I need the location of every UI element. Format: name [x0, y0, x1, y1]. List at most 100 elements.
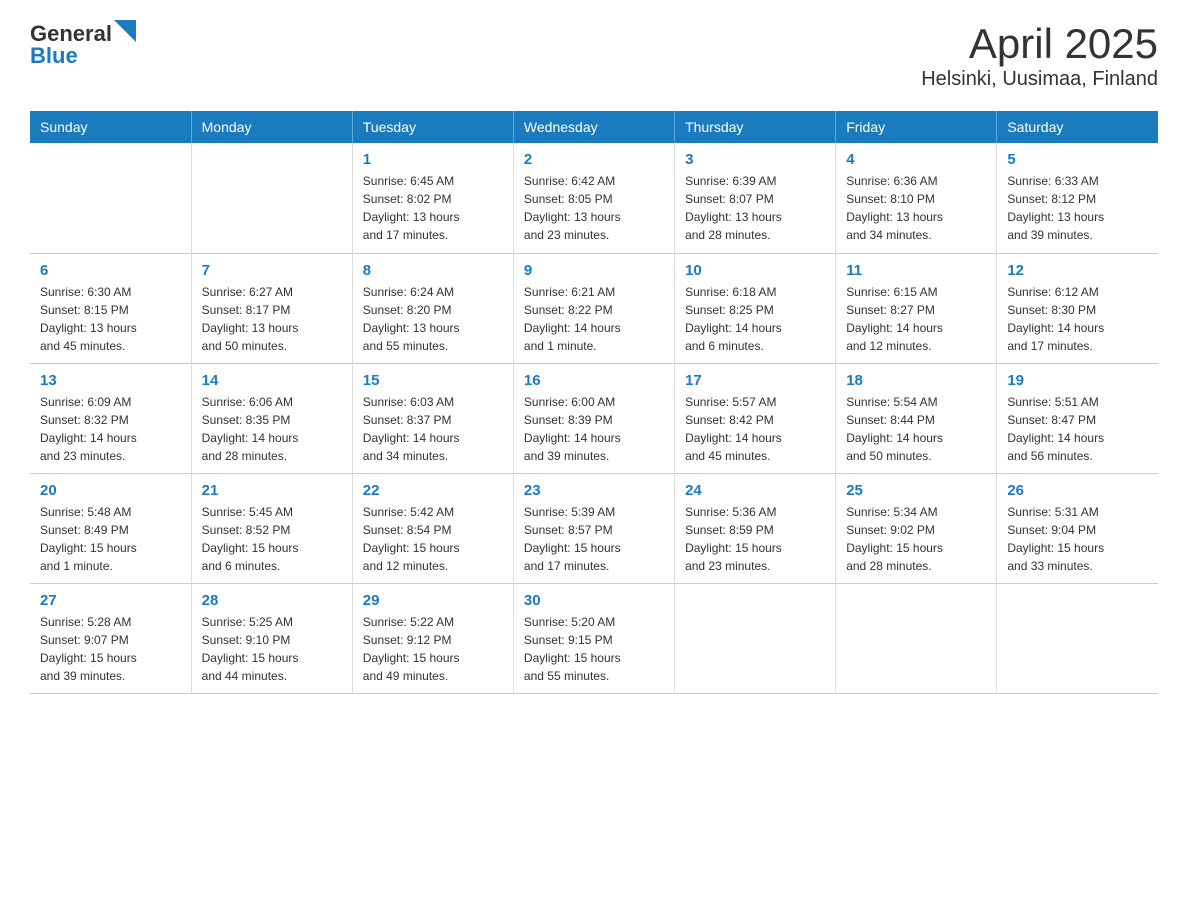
calendar-cell: [30, 143, 191, 253]
calendar-cell: 6 Sunrise: 6:30 AM Sunset: 8:15 PM Daylig…: [30, 253, 191, 363]
calendar-cell: 2 Sunrise: 6:42 AM Sunset: 8:05 PM Daylig…: [513, 143, 674, 253]
calendar-cell: 28 Sunrise: 5:25 AM Sunset: 9:10 PM Dayli…: [191, 583, 352, 693]
weekday-header-wednesday: Wednesday: [513, 111, 674, 143]
day-number: 8: [363, 262, 503, 279]
page-header: General Blue April 2025 Helsinki, Uusima…: [30, 20, 1158, 91]
day-number: 11: [846, 262, 986, 279]
weekday-header-sunday: Sunday: [30, 111, 191, 143]
day-info: Sunrise: 6:03 AM Sunset: 8:37 PM Dayligh…: [363, 393, 503, 465]
day-info: Sunrise: 6:30 AM Sunset: 8:15 PM Dayligh…: [40, 283, 181, 355]
calendar-cell: 12 Sunrise: 6:12 AM Sunset: 8:30 PM Dayli…: [997, 253, 1158, 363]
day-number: 4: [846, 151, 986, 168]
calendar-cell: 22Sunrise: 5:42 AM Sunset: 8:54 PM Dayli…: [352, 473, 513, 583]
day-info: Sunrise: 6:12 AM Sunset: 8:30 PM Dayligh…: [1007, 283, 1148, 355]
calendar-cell: 25Sunrise: 5:34 AM Sunset: 9:02 PM Dayli…: [836, 473, 997, 583]
title-block: April 2025 Helsinki, Uusimaa, Finland: [921, 20, 1158, 91]
day-info: Sunrise: 5:28 AM Sunset: 9:07 PM Dayligh…: [40, 613, 181, 685]
calendar-cell: 8Sunrise: 6:24 AM Sunset: 8:20 PM Daylig…: [352, 253, 513, 363]
day-info: Sunrise: 5:31 AM Sunset: 9:04 PM Dayligh…: [1007, 503, 1148, 575]
day-info: Sunrise: 6:27 AM Sunset: 8:17 PM Dayligh…: [202, 283, 342, 355]
day-number: 16: [524, 372, 664, 389]
calendar-body: 1Sunrise: 6:45 AM Sunset: 8:02 PM Daylig…: [30, 143, 1158, 693]
day-info: Sunrise: 6:00 AM Sunset: 8:39 PM Dayligh…: [524, 393, 664, 465]
day-number: 28: [202, 592, 342, 609]
day-number: 18: [846, 372, 986, 389]
day-info: Sunrise: 5:39 AM Sunset: 8:57 PM Dayligh…: [524, 503, 664, 575]
calendar-table: SundayMondayTuesdayWednesdayThursdayFrid…: [30, 111, 1158, 694]
day-info: Sunrise: 6:39 AM Sunset: 8:07 PM Dayligh…: [685, 172, 825, 244]
day-number: 30: [524, 592, 664, 609]
day-number: 26: [1007, 482, 1148, 499]
day-info: Sunrise: 6:45 AM Sunset: 8:02 PM Dayligh…: [363, 172, 503, 244]
day-info: Sunrise: 5:25 AM Sunset: 9:10 PM Dayligh…: [202, 613, 342, 685]
weekday-header-row: SundayMondayTuesdayWednesdayThursdayFrid…: [30, 111, 1158, 143]
day-number: 14: [202, 372, 342, 389]
logo: General Blue: [30, 20, 136, 69]
calendar-cell: [836, 583, 997, 693]
calendar-cell: 1Sunrise: 6:45 AM Sunset: 8:02 PM Daylig…: [352, 143, 513, 253]
calendar-cell: 19Sunrise: 5:51 AM Sunset: 8:47 PM Dayli…: [997, 363, 1158, 473]
calendar-header: SundayMondayTuesdayWednesdayThursdayFrid…: [30, 111, 1158, 143]
calendar-cell: 29 Sunrise: 5:22 AM Sunset: 9:12 PM Dayli…: [352, 583, 513, 693]
calendar-week-5: 27 Sunrise: 5:28 AM Sunset: 9:07 PM Dayli…: [30, 583, 1158, 693]
calendar-cell: 10 Sunrise: 6:18 AM Sunset: 8:25 PM Dayli…: [675, 253, 836, 363]
day-info: Sunrise: 6:36 AM Sunset: 8:10 PM Dayligh…: [846, 172, 986, 244]
day-number: 24: [685, 482, 825, 499]
day-info: Sunrise: 5:22 AM Sunset: 9:12 PM Dayligh…: [363, 613, 503, 685]
calendar-cell: 14 Sunrise: 6:06 AM Sunset: 8:35 PM Dayli…: [191, 363, 352, 473]
calendar-cell: 17 Sunrise: 5:57 AM Sunset: 8:42 PM Dayli…: [675, 363, 836, 473]
day-number: 9: [524, 262, 664, 279]
calendar-week-4: 20Sunrise: 5:48 AM Sunset: 8:49 PM Dayli…: [30, 473, 1158, 583]
day-number: 21: [202, 482, 342, 499]
calendar-cell: 5 Sunrise: 6:33 AM Sunset: 8:12 PM Daylig…: [997, 143, 1158, 253]
day-info: Sunrise: 6:06 AM Sunset: 8:35 PM Dayligh…: [202, 393, 342, 465]
calendar-week-1: 1Sunrise: 6:45 AM Sunset: 8:02 PM Daylig…: [30, 143, 1158, 253]
day-number: 12: [1007, 262, 1148, 279]
calendar-cell: [675, 583, 836, 693]
day-number: 27: [40, 592, 181, 609]
day-number: 3: [685, 151, 825, 168]
day-number: 5: [1007, 151, 1148, 168]
day-number: 17: [685, 372, 825, 389]
weekday-header-tuesday: Tuesday: [352, 111, 513, 143]
day-info: Sunrise: 6:18 AM Sunset: 8:25 PM Dayligh…: [685, 283, 825, 355]
calendar-cell: 13Sunrise: 6:09 AM Sunset: 8:32 PM Dayli…: [30, 363, 191, 473]
day-info: Sunrise: 5:42 AM Sunset: 8:54 PM Dayligh…: [363, 503, 503, 575]
day-info: Sunrise: 6:33 AM Sunset: 8:12 PM Dayligh…: [1007, 172, 1148, 244]
day-number: 29: [363, 592, 503, 609]
calendar-cell: [997, 583, 1158, 693]
day-number: 2: [524, 151, 664, 168]
calendar-cell: [191, 143, 352, 253]
day-number: 10: [685, 262, 825, 279]
day-info: Sunrise: 5:51 AM Sunset: 8:47 PM Dayligh…: [1007, 393, 1148, 465]
calendar-cell: 15 Sunrise: 6:03 AM Sunset: 8:37 PM Dayli…: [352, 363, 513, 473]
day-info: Sunrise: 6:15 AM Sunset: 8:27 PM Dayligh…: [846, 283, 986, 355]
weekday-header-thursday: Thursday: [675, 111, 836, 143]
day-number: 7: [202, 262, 342, 279]
logo-triangle-icon: [114, 20, 136, 42]
logo-text-blue: Blue: [30, 43, 78, 69]
calendar-cell: 7 Sunrise: 6:27 AM Sunset: 8:17 PM Daylig…: [191, 253, 352, 363]
day-number: 6: [40, 262, 181, 279]
day-info: Sunrise: 5:34 AM Sunset: 9:02 PM Dayligh…: [846, 503, 986, 575]
day-info: Sunrise: 6:42 AM Sunset: 8:05 PM Dayligh…: [524, 172, 664, 244]
calendar-title: April 2025: [921, 20, 1158, 68]
calendar-cell: 3 Sunrise: 6:39 AM Sunset: 8:07 PM Daylig…: [675, 143, 836, 253]
calendar-cell: 16 Sunrise: 6:00 AM Sunset: 8:39 PM Dayli…: [513, 363, 674, 473]
calendar-cell: 21 Sunrise: 5:45 AM Sunset: 8:52 PM Dayli…: [191, 473, 352, 583]
day-info: Sunrise: 6:21 AM Sunset: 8:22 PM Dayligh…: [524, 283, 664, 355]
calendar-cell: 9 Sunrise: 6:21 AM Sunset: 8:22 PM Daylig…: [513, 253, 674, 363]
day-info: Sunrise: 5:36 AM Sunset: 8:59 PM Dayligh…: [685, 503, 825, 575]
calendar-week-3: 13Sunrise: 6:09 AM Sunset: 8:32 PM Dayli…: [30, 363, 1158, 473]
day-info: Sunrise: 5:45 AM Sunset: 8:52 PM Dayligh…: [202, 503, 342, 575]
calendar-cell: 24 Sunrise: 5:36 AM Sunset: 8:59 PM Dayli…: [675, 473, 836, 583]
day-info: Sunrise: 5:20 AM Sunset: 9:15 PM Dayligh…: [524, 613, 664, 685]
day-number: 15: [363, 372, 503, 389]
calendar-cell: 11 Sunrise: 6:15 AM Sunset: 8:27 PM Dayli…: [836, 253, 997, 363]
calendar-cell: 23Sunrise: 5:39 AM Sunset: 8:57 PM Dayli…: [513, 473, 674, 583]
day-info: Sunrise: 5:57 AM Sunset: 8:42 PM Dayligh…: [685, 393, 825, 465]
calendar-cell: 26 Sunrise: 5:31 AM Sunset: 9:04 PM Dayli…: [997, 473, 1158, 583]
calendar-week-2: 6 Sunrise: 6:30 AM Sunset: 8:15 PM Daylig…: [30, 253, 1158, 363]
day-number: 13: [40, 372, 181, 389]
calendar-cell: 18Sunrise: 5:54 AM Sunset: 8:44 PM Dayli…: [836, 363, 997, 473]
